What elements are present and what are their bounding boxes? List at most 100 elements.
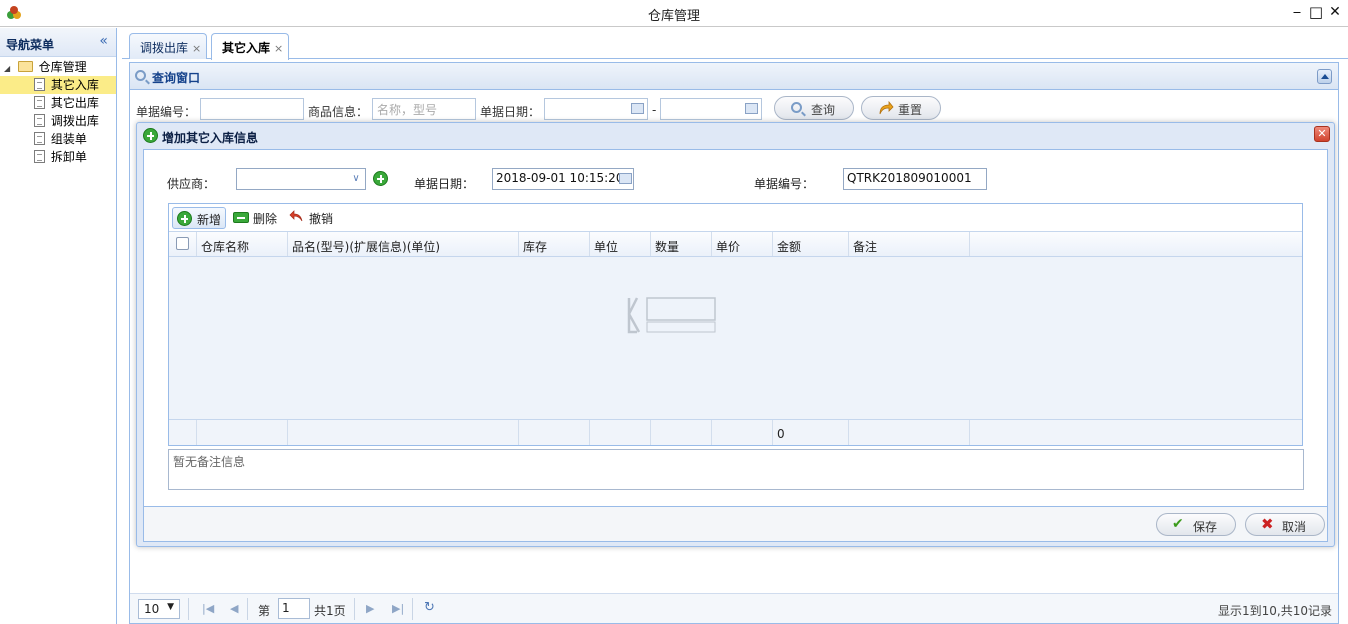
- chevron-down-icon[interactable]: ∨: [347, 169, 365, 189]
- save-button[interactable]: ✔ 保存: [1156, 513, 1236, 536]
- document-icon: [34, 150, 45, 163]
- pager-separator: [412, 598, 413, 620]
- delete-icon: [233, 212, 249, 223]
- add-row-label: 新增: [197, 213, 222, 227]
- tree-item-disassembly[interactable]: 拆卸单: [0, 148, 116, 166]
- calendar-icon[interactable]: [631, 103, 644, 114]
- column-header[interactable]: 数量: [651, 232, 712, 256]
- column-header[interactable]: 备注: [849, 232, 970, 256]
- end-date-input[interactable]: [660, 98, 762, 120]
- reset-button[interactable]: 重置: [861, 96, 941, 120]
- tree-item-label: 其它出库: [50, 96, 99, 110]
- search-button[interactable]: 查询: [774, 96, 854, 120]
- date-label: 单据日期：: [480, 105, 541, 119]
- remark-textarea[interactable]: 暂无备注信息: [168, 449, 1304, 490]
- maximize-button[interactable]: □: [1307, 3, 1325, 21]
- dialog-footer: ✔ 保存 ✖ 取消: [143, 507, 1328, 542]
- column-header[interactable]: 仓库名称: [197, 232, 288, 256]
- column-header[interactable]: 品名(型号)(扩展信息)(单位): [288, 232, 519, 256]
- tree-item-label: 其它入库: [50, 78, 99, 92]
- cancel-button[interactable]: ✖ 取消: [1245, 513, 1325, 536]
- minimize-button[interactable]: ⎯: [1288, 3, 1306, 21]
- watermark-logo: [627, 297, 716, 334]
- footer-cell: [169, 420, 197, 445]
- footer-cell: [519, 420, 590, 445]
- undo-button[interactable]: 撤销: [285, 207, 339, 229]
- tab-transfer-outbound[interactable]: 调拨出库 ×: [129, 33, 207, 59]
- supplier-select[interactable]: ∨: [236, 168, 366, 190]
- tree-item-other-inbound[interactable]: 其它入库: [0, 76, 116, 94]
- bill-date-input[interactable]: 2018-09-01 10:15:20: [492, 168, 634, 190]
- dialog-title: 增加其它入库信息: [162, 131, 259, 145]
- items-grid: 新增 删除 撤销 仓库名称 品名(型号)(扩展信息)(单位) 库存 单位 数量 …: [168, 203, 1303, 446]
- refresh-icon[interactable]: ↻: [424, 600, 435, 615]
- bill-no-field[interactable]: QTRK201809010001: [843, 168, 987, 190]
- nav-header: 导航菜单 «: [0, 28, 116, 57]
- delete-row-label: 删除: [253, 212, 278, 226]
- tree-node-label: 仓库管理: [38, 60, 87, 74]
- tree-item-label: 拆卸单: [50, 150, 87, 164]
- start-date-input[interactable]: [544, 98, 648, 120]
- page-size-value: 10: [144, 602, 160, 616]
- add-row-button[interactable]: 新增: [172, 207, 226, 229]
- tab-close-icon[interactable]: ×: [192, 42, 201, 55]
- last-page-icon[interactable]: ▶|: [392, 602, 404, 615]
- close-window-button[interactable]: ✕: [1326, 3, 1344, 21]
- next-page-icon[interactable]: ▶: [366, 602, 374, 615]
- pagination-bar: 10 ▼ |◀ ◀ 第 1 共1页 ▶ ▶| ↻ 显示1到10,共10记录: [130, 593, 1338, 623]
- calendar-icon[interactable]: [745, 103, 758, 114]
- chevron-down-icon: ▼: [167, 602, 174, 612]
- grid-header: 仓库名称 品名(型号)(扩展信息)(单位) 库存 单位 数量 单价 金额 备注: [169, 232, 1302, 257]
- add-icon: [177, 211, 192, 226]
- document-icon: [34, 132, 45, 145]
- page-number-input[interactable]: 1: [278, 598, 310, 619]
- prev-page-icon[interactable]: ◀: [230, 602, 238, 615]
- footer-cell: [651, 420, 712, 445]
- delete-row-button[interactable]: 删除: [229, 207, 283, 229]
- bill-no-label: 单据编号：: [754, 177, 815, 191]
- grid-footer: 0: [169, 419, 1302, 445]
- navigation-panel: 导航菜单 « ◢ 仓库管理 其它入库 其它出库 调拨出库 组装单 拆卸单: [0, 28, 117, 624]
- column-header[interactable]: 金额: [773, 232, 849, 256]
- close-dialog-button[interactable]: ✕: [1314, 126, 1330, 142]
- bill-no-input[interactable]: [200, 98, 304, 120]
- tab-close-icon[interactable]: ×: [274, 42, 283, 55]
- goods-input[interactable]: 名称，型号: [372, 98, 476, 120]
- column-header[interactable]: 单位: [590, 232, 651, 256]
- collapse-nav-icon[interactable]: «: [99, 33, 108, 49]
- cancel-icon: ✖: [1261, 515, 1274, 533]
- page-size-select[interactable]: 10 ▼: [138, 599, 180, 619]
- tree-item-other-outbound[interactable]: 其它出库: [0, 94, 116, 112]
- tree-item-label: 调拨出库: [50, 114, 99, 128]
- tree-item-assembly[interactable]: 组装单: [0, 130, 116, 148]
- add-icon: [143, 128, 158, 143]
- add-supplier-icon[interactable]: [373, 171, 388, 186]
- column-header[interactable]: 库存: [519, 232, 590, 256]
- calendar-icon[interactable]: [619, 173, 632, 184]
- document-icon: [34, 114, 45, 127]
- footer-cell: [849, 420, 970, 445]
- search-button-label: 查询: [811, 103, 836, 117]
- collapse-panel-icon[interactable]: [1317, 69, 1332, 84]
- query-form: 单据编号： 商品信息： 名称，型号 单据日期： - 查询 重置: [130, 96, 1338, 124]
- first-page-icon[interactable]: |◀: [202, 602, 214, 615]
- select-all-cell: [169, 232, 197, 256]
- date-separator: -: [652, 103, 657, 117]
- tab-other-inbound[interactable]: 其它入库 ×: [211, 33, 289, 60]
- undo-icon: [289, 210, 303, 222]
- pager-separator: [354, 598, 355, 620]
- document-icon: [34, 78, 45, 91]
- select-all-checkbox[interactable]: [176, 237, 189, 250]
- grid-toolbar: 新增 删除 撤销: [169, 204, 1302, 232]
- bill-date-value: 2018-09-01 10:15:20: [496, 171, 624, 185]
- save-button-label: 保存: [1193, 520, 1218, 534]
- column-header[interactable]: 单价: [712, 232, 773, 256]
- bill-date-label: 单据日期：: [414, 177, 475, 191]
- query-panel-header: 查询窗口: [130, 63, 1338, 90]
- tree-item-label: 组装单: [50, 132, 87, 146]
- tree-node-warehouse[interactable]: ◢ 仓库管理: [0, 58, 116, 76]
- document-icon: [34, 96, 45, 109]
- tree-item-transfer-outbound[interactable]: 调拨出库: [0, 112, 116, 130]
- dialog-header: 增加其它入库信息 ✕: [137, 123, 1334, 149]
- search-icon: [135, 70, 146, 81]
